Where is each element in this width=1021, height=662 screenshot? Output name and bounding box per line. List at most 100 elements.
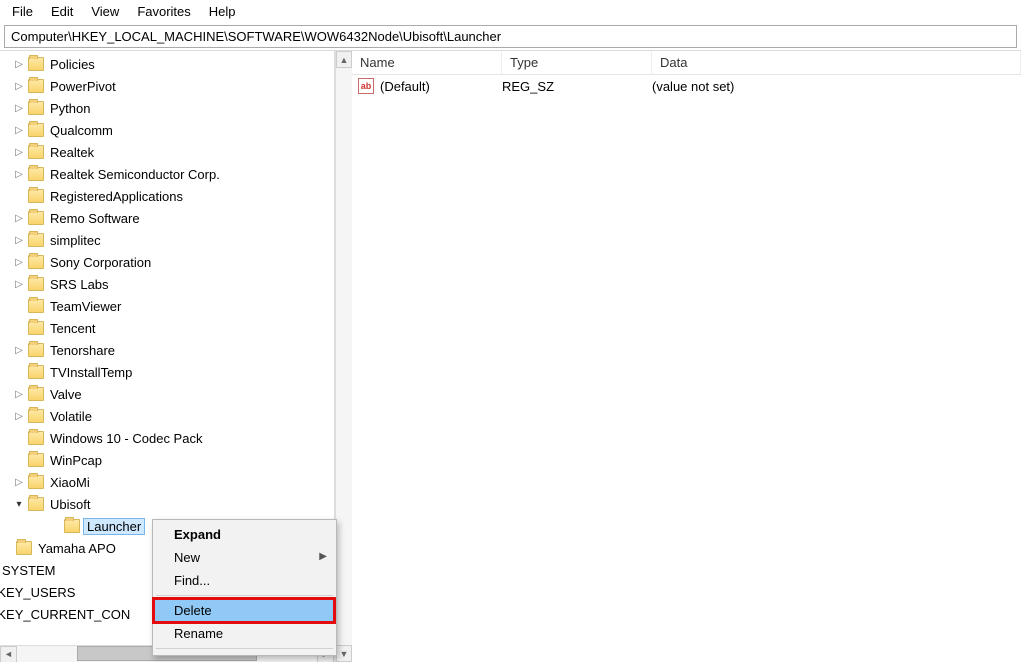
tree-node[interactable]: Windows 10 - Codec Pack [0, 427, 334, 449]
folder-icon [28, 211, 44, 225]
tree-node-label: TVInstallTemp [48, 364, 134, 381]
tree-node[interactable]: ▷Realtek Semiconductor Corp. [0, 163, 334, 185]
tree-node[interactable]: TeamViewer [0, 295, 334, 317]
folder-icon [28, 189, 44, 203]
chevron-right-icon[interactable]: ▷ [12, 125, 26, 136]
tree-vscrollbar[interactable]: ▲ ▼ [335, 51, 352, 662]
tree-node[interactable]: ▷Python [0, 97, 334, 119]
list-row[interactable]: ab (Default) REG_SZ (value not set) [352, 75, 1021, 97]
col-data[interactable]: Data [652, 51, 1021, 74]
folder-icon [28, 123, 44, 137]
chevron-right-icon[interactable]: ▷ [12, 81, 26, 92]
tree-node[interactable]: Tencent [0, 317, 334, 339]
ctx-separator [156, 595, 333, 596]
chevron-right-icon[interactable]: ▷ [12, 103, 26, 114]
folder-icon [28, 57, 44, 71]
chevron-right-icon[interactable]: ▷ [12, 477, 26, 488]
tree-node[interactable]: ▷ SRS Labs [0, 273, 334, 295]
folder-icon [28, 167, 44, 181]
chevron-right-icon[interactable]: ▷ [12, 345, 26, 356]
chevron-right-icon[interactable]: ▷ [12, 235, 26, 246]
tree-node[interactable]: ▾ Ubisoft [0, 493, 334, 515]
tree-node-label: Ubisoft [48, 496, 92, 513]
tree-node-label: RegisteredApplications [48, 188, 185, 205]
tree-node-label: simplitec [48, 232, 103, 249]
folder-icon [28, 475, 44, 489]
chevron-right-icon[interactable]: ▷ [12, 279, 26, 290]
chevron-right-icon[interactable]: ▷ [12, 411, 26, 422]
col-type[interactable]: Type [502, 51, 652, 74]
ctx-item-expand[interactable]: Expand [154, 523, 335, 546]
ctx-item-delete[interactable]: Delete [154, 599, 335, 622]
tree-node-label: Tencent [48, 320, 98, 337]
scroll-down-arrow-icon[interactable]: ▼ [336, 645, 352, 662]
tree-node[interactable]: RegisteredApplications [0, 185, 334, 207]
ctx-item-rename[interactable]: Rename [154, 622, 335, 645]
folder-icon [28, 409, 44, 423]
tree-node[interactable]: ▷ simplitec [0, 229, 334, 251]
chevron-right-icon[interactable]: ▷ [12, 147, 26, 158]
folder-icon [28, 299, 44, 313]
chevron-right-icon[interactable]: ▷ [12, 257, 26, 268]
folder-icon [28, 387, 44, 401]
tree-node[interactable]: ▷ Qualcomm [0, 119, 334, 141]
tree-node-label: HKEY_CURRENT_CON [0, 606, 132, 623]
string-value-icon: ab [358, 78, 374, 94]
menu-file[interactable]: File [4, 2, 41, 21]
list-header[interactable]: Name Type Data [352, 51, 1021, 75]
folder-icon [16, 541, 32, 555]
folder-icon [28, 101, 44, 115]
tree-node[interactable]: ▷Remo Software [0, 207, 334, 229]
menu-help[interactable]: Help [201, 2, 244, 21]
chevron-right-icon[interactable]: ▷ [12, 169, 26, 180]
tree-node-label: SRS Labs [48, 276, 111, 293]
menu-favorites[interactable]: Favorites [129, 2, 198, 21]
tree-node-label: Launcher [83, 518, 145, 535]
tree-node[interactable]: ▷PowerPivot [0, 75, 334, 97]
ctx-item-new[interactable]: New▶ [154, 546, 335, 569]
scroll-left-arrow-icon[interactable]: ◄ [0, 646, 17, 662]
tree-node[interactable]: ▷Sony Corporation [0, 251, 334, 273]
folder-icon [64, 519, 80, 533]
tree-node[interactable]: ▷Realtek [0, 141, 334, 163]
ctx-item-find[interactable]: Find... [154, 569, 335, 592]
folder-icon [28, 255, 44, 269]
tree-node-label: Policies [48, 56, 97, 73]
tree-node[interactable]: TVInstallTemp [0, 361, 334, 383]
chevron-right-icon[interactable]: ▷ [12, 213, 26, 224]
tree-node-label: TeamViewer [48, 298, 123, 315]
folder-icon [28, 431, 44, 445]
menu-view[interactable]: View [83, 2, 127, 21]
tree-node-label: Yamaha APO [36, 540, 118, 557]
value-name: (Default) [380, 79, 430, 94]
chevron-down-icon[interactable]: ▾ [12, 499, 26, 510]
tree-node[interactable]: ▷Valve [0, 383, 334, 405]
scroll-vtrack[interactable] [336, 68, 352, 645]
tree-node[interactable]: ▷Volatile [0, 405, 334, 427]
value-data: (value not set) [652, 79, 1021, 94]
folder-icon [28, 79, 44, 93]
tree-node-label: XiaoMi [48, 474, 92, 491]
tree-node-label: Qualcomm [48, 122, 115, 139]
folder-icon [28, 277, 44, 291]
scroll-up-arrow-icon[interactable]: ▲ [336, 51, 352, 68]
folder-icon [28, 233, 44, 247]
folder-icon [28, 365, 44, 379]
tree-node[interactable]: WinPcap [0, 449, 334, 471]
folder-icon [28, 453, 44, 467]
folder-icon [28, 145, 44, 159]
tree-node[interactable]: ▷ XiaoMi [0, 471, 334, 493]
tree-node-label: WinPcap [48, 452, 104, 469]
tree-node[interactable]: ▷ Policies [0, 53, 334, 75]
chevron-right-icon[interactable]: ▷ [12, 389, 26, 400]
col-name[interactable]: Name [352, 51, 502, 74]
ctx-separator [156, 648, 333, 649]
address-bar[interactable]: Computer\HKEY_LOCAL_MACHINE\SOFTWARE\WOW… [4, 25, 1017, 48]
chevron-right-icon[interactable]: ▷ [12, 59, 26, 70]
tree-node-label: Tenorshare [48, 342, 117, 359]
folder-icon [28, 321, 44, 335]
context-menu[interactable]: ExpandNew▶Find... DeleteRename [152, 519, 337, 656]
menu-edit[interactable]: Edit [43, 2, 81, 21]
tree-node-label: Windows 10 - Codec Pack [48, 430, 204, 447]
tree-node[interactable]: ▷ Tenorshare [0, 339, 334, 361]
